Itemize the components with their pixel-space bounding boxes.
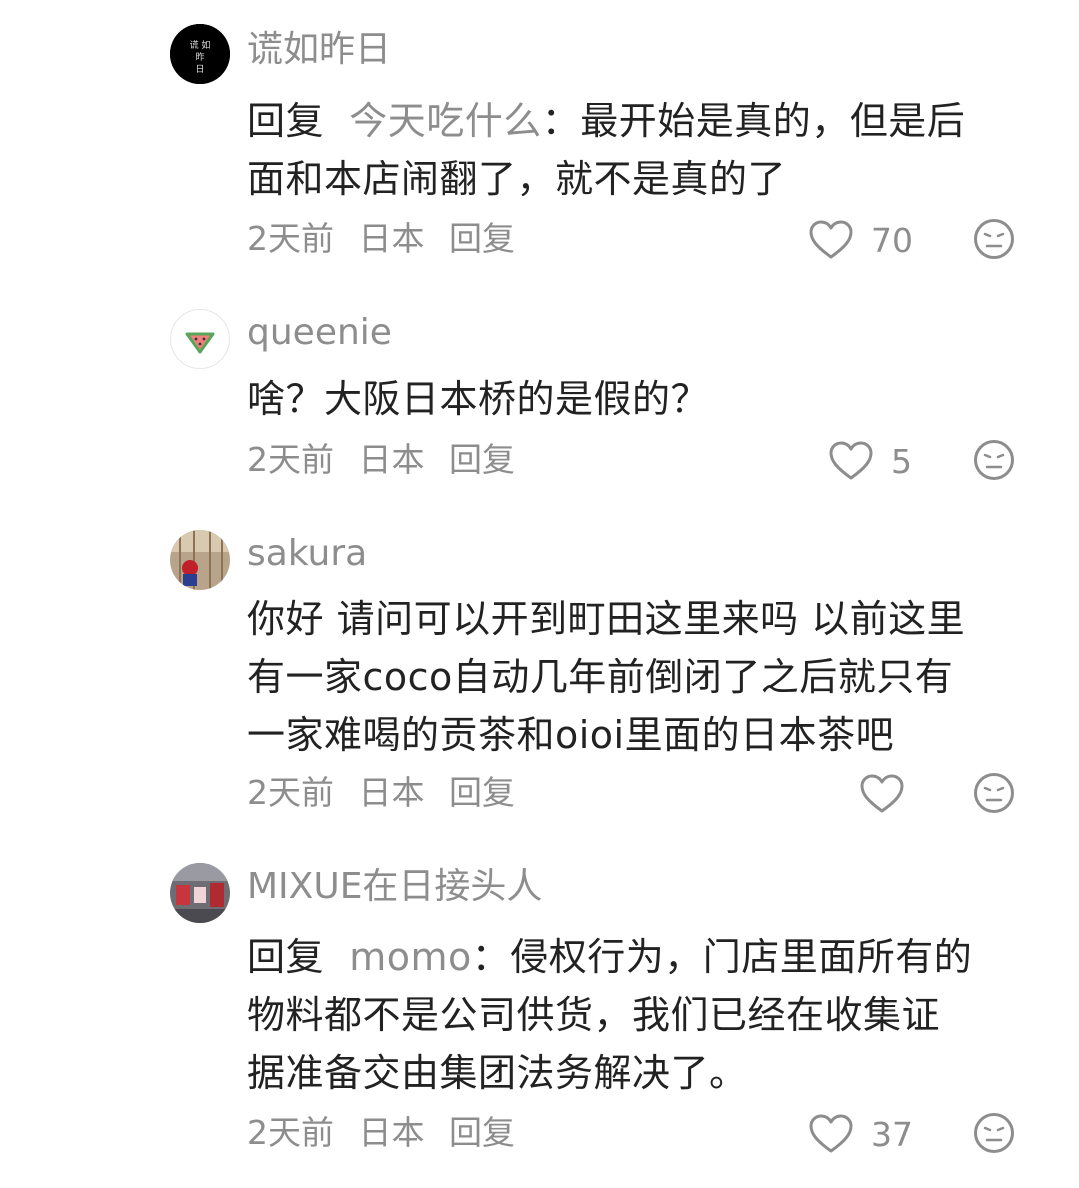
comment-time: 2天前 (247, 440, 334, 479)
heart-outline-icon[interactable] (809, 220, 853, 260)
comment-location: 日本 (358, 219, 425, 258)
meh-face-icon[interactable] (973, 218, 1015, 260)
comment-meta: 2天前 日本 回复 (247, 1111, 529, 1155)
username[interactable]: MIXUE在日接头人 (247, 865, 542, 909)
comment-text-line: 最开始是真的，但是后 (580, 99, 966, 143)
like-count: 70 (871, 220, 913, 260)
username[interactable]: queenie (247, 311, 392, 355)
comment-text: 回复 momo：侵权行为，门店里面所有的 物料都不是公司供货，我们已经在收集证 … (247, 935, 973, 1095)
comment-text-line: 物料都不是公司供货，我们已经在收集证 (247, 993, 941, 1037)
comment-time: 2天前 (247, 219, 334, 258)
username[interactable]: sakura (247, 532, 367, 576)
like-button[interactable]: 37 (809, 1110, 913, 1158)
comment-meta: 2天前 日本 回复 (247, 217, 529, 261)
comment-time: 2天前 (247, 1113, 334, 1152)
comment-meta: 2天前 日本 回复 (247, 771, 529, 815)
username[interactable]: 谎如昨日 (247, 28, 391, 72)
avatar[interactable]: 谎 如 昨 日 (170, 24, 230, 84)
comment-location: 日本 (358, 1113, 425, 1152)
like-button[interactable] (860, 770, 904, 818)
reply-button[interactable]: 回复 (449, 773, 515, 812)
comment-location: 日本 (358, 440, 425, 479)
avatar[interactable] (170, 530, 230, 590)
meh-face-icon[interactable] (973, 772, 1015, 814)
comment-location: 日本 (358, 773, 425, 812)
avatar[interactable] (170, 863, 230, 923)
comment-text-line: 面和本店闹翻了，就不是真的了 (247, 157, 787, 201)
svg-text:谎 如: 谎 如 (190, 39, 211, 51)
comment-text-line: 你好 请问可以开到町田这里来吗 以前这里 (247, 597, 966, 641)
avatar[interactable] (170, 309, 230, 369)
heart-outline-icon[interactable] (809, 1114, 853, 1154)
reply-button[interactable]: 回复 (449, 1113, 515, 1152)
like-count: 37 (871, 1114, 913, 1154)
comment-text: 啥？大阪日本桥的是假的？ (247, 377, 710, 421)
comment-text: 你好 请问可以开到町田这里来吗 以前这里 有一家coco自动几年前倒闭了之后就只… (247, 590, 1037, 764)
heart-outline-icon[interactable] (860, 774, 904, 814)
comment-text-line: 据准备交由集团法务解决了。 (247, 1051, 748, 1095)
comment-text-line: 侵权行为，门店里面所有的 (510, 935, 973, 979)
svg-text:昨: 昨 (195, 51, 204, 63)
like-button[interactable]: 5 (829, 437, 912, 485)
meh-face-icon[interactable] (973, 439, 1015, 481)
comment-text: 回复 今天吃什么：最开始是真的，但是后 面和本店闹翻了，就不是真的了 (247, 99, 966, 201)
reply-target-username[interactable]: 今天吃什么 (349, 99, 542, 143)
like-button[interactable]: 70 (809, 216, 913, 264)
svg-text:日: 日 (195, 64, 204, 75)
comment-time: 2天前 (247, 773, 334, 812)
comment-meta: 2天前 日本 回复 (247, 438, 529, 482)
reply-button[interactable]: 回复 (449, 440, 515, 479)
comment-text-line: 有一家coco自动几年前倒闭了之后就只有 (247, 655, 954, 699)
comment-text-line: 一家难喝的贡茶和oioi里面的日本茶吧 (247, 713, 895, 757)
reply-prefix: 回复 (247, 935, 325, 979)
reply-target-username[interactable]: momo (349, 935, 472, 979)
reply-prefix: 回复 (247, 99, 325, 143)
reply-button[interactable]: 回复 (449, 219, 515, 258)
heart-outline-icon[interactable] (829, 441, 873, 481)
like-count: 5 (891, 441, 912, 481)
meh-face-icon[interactable] (973, 1112, 1015, 1154)
